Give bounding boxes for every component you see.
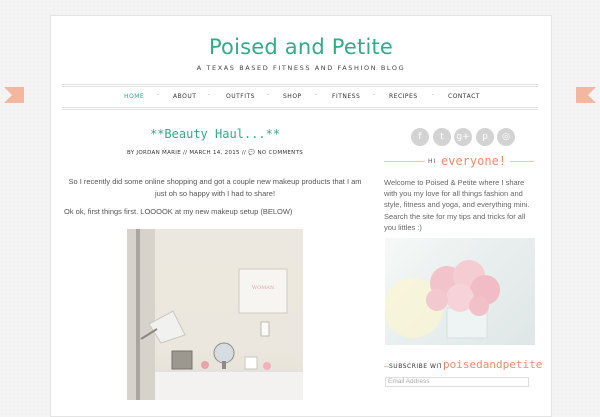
nav-separator: - (373, 92, 375, 98)
nav-item-recipes[interactable]: RECIPES (389, 93, 418, 100)
nav-item-shop[interactable]: SHOP (283, 93, 302, 100)
post-paragraph: Ok ok, first things first. LOOOOK at my … (64, 207, 293, 216)
google-plus-icon[interactable]: g+ (454, 128, 472, 146)
art-print-text: WOMAN (252, 285, 275, 291)
facebook-icon[interactable]: f (411, 128, 429, 146)
sidebar-photo-peonies (385, 238, 535, 345)
widget-heading-script: everyone! (437, 154, 511, 168)
pinterest-icon[interactable]: p (476, 128, 494, 146)
nav-item-about[interactable]: ABOUT (173, 93, 196, 100)
nav-item-home[interactable]: HOME (124, 93, 144, 100)
instagram-icon[interactable]: ◎ (497, 128, 515, 146)
nav-item-contact[interactable]: CONTACT (448, 93, 480, 100)
post-paragraph: So I recently did some online shopping a… (68, 177, 362, 198)
twitter-icon[interactable]: t (433, 128, 451, 146)
main-nav: HOME - ABOUT - OUTFITS - SHOP - FITNESS … (62, 84, 538, 110)
nav-item-outfits[interactable]: OUTFITS (226, 93, 255, 100)
site-title[interactable]: Poised and Petite (51, 35, 551, 59)
nav-item-fitness[interactable]: FITNESS (332, 93, 360, 100)
nav-separator: - (157, 92, 159, 98)
nav-separator: - (267, 92, 269, 98)
nav-separator: - (315, 92, 317, 98)
email-field[interactable]: Email Address (385, 377, 529, 387)
makeup-setup-illustration: WOMAN (127, 229, 303, 400)
nav-ribbon-left (4, 87, 24, 103)
post-image-makeup-setup: WOMAN (127, 229, 303, 400)
welcome-text: Welcome to Poised & Petite where I share… (384, 178, 530, 232)
nav-separator: - (208, 92, 210, 98)
subscribe-heading-script: poisedandpetite (441, 358, 545, 371)
post-title[interactable]: **Beauty Haul...** (100, 127, 330, 141)
nav-ribbon-right (576, 87, 596, 103)
nav-separator: - (432, 92, 434, 98)
post-byline: BY JORDAN MARIE // MARCH 14, 2015 // 💬 N… (126, 150, 304, 156)
peonies-illustration (385, 260, 500, 339)
site-tagline: A TEXAS BASED FITNESS AND FASHION BLOG (196, 64, 406, 72)
